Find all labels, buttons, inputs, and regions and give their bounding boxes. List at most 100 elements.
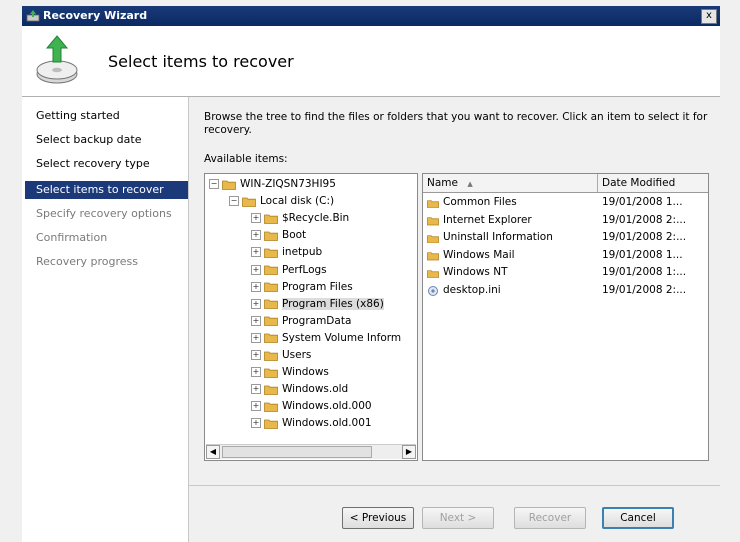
file-row[interactable]: desktop.ini 19/01/2008 2:... <box>423 282 708 298</box>
main-content: Browse the tree to find the files or fol… <box>189 97 720 542</box>
folder-icon <box>427 232 439 243</box>
expand-icon[interactable]: + <box>251 315 261 326</box>
tree-node-label: Local disk (C:) <box>260 195 335 208</box>
tree-node[interactable]: + PerfLogs <box>251 262 327 278</box>
scrollbar-thumb[interactable] <box>222 446 372 458</box>
folder-icon <box>264 418 278 429</box>
tree-node-label: Program Files (x86) <box>282 297 384 310</box>
expand-icon[interactable]: + <box>251 332 261 343</box>
expand-icon[interactable]: + <box>251 264 261 275</box>
tree-node[interactable]: + $Recycle.Bin <box>251 210 349 226</box>
tree-node-label: Windows.old <box>282 383 349 396</box>
previous-button[interactable]: < Previous <box>342 507 414 529</box>
tree-node[interactable]: − Local disk (C:) <box>229 193 334 209</box>
file-row[interactable]: Windows Mail 19/01/2008 1... <box>423 247 708 263</box>
expand-icon[interactable]: + <box>251 367 261 378</box>
tree-node[interactable]: + inetpub <box>251 244 322 260</box>
recover-button[interactable]: Recover <box>514 507 586 529</box>
file-date-cell: 19/01/2008 1:... <box>602 266 687 278</box>
scroll-right-arrow-icon[interactable]: ▶ <box>402 445 416 459</box>
file-name: Common Files <box>443 196 517 208</box>
folder-icon <box>427 267 439 278</box>
expand-icon[interactable]: + <box>251 401 261 412</box>
expand-icon[interactable]: + <box>251 384 261 395</box>
file-name-cell: Common Files <box>427 194 597 210</box>
file-name: desktop.ini <box>443 283 501 296</box>
collapse-icon[interactable]: − <box>209 179 219 189</box>
folder-icon <box>427 215 439 226</box>
file-name-cell: Internet Explorer <box>427 212 597 228</box>
column-header-date-modified[interactable]: Date Modified <box>598 174 708 192</box>
file-date-cell: 19/01/2008 1... <box>602 196 683 208</box>
expand-icon[interactable]: + <box>251 350 261 360</box>
file-name: Uninstall Information <box>443 231 553 243</box>
step-specify-recovery-options: Specify recovery options <box>36 207 172 220</box>
expand-icon[interactable]: + <box>251 247 261 258</box>
tree-node[interactable]: + Program Files <box>251 279 353 295</box>
instructions-text: Browse the tree to find the files or fol… <box>204 111 708 136</box>
tree-node-label: ProgramData <box>282 314 352 327</box>
available-items-label: Available items: <box>204 153 288 165</box>
next-button[interactable]: Next > <box>422 507 494 529</box>
file-row[interactable]: Uninstall Information 19/01/2008 2:... <box>423 229 708 245</box>
folder-icon <box>264 332 278 344</box>
file-date-cell: 19/01/2008 1... <box>602 248 683 261</box>
tree-node-label: Windows.old.000 <box>282 400 372 413</box>
column-name-label: Name <box>427 177 458 189</box>
collapse-icon[interactable]: − <box>229 196 239 207</box>
tree-node[interactable]: − WIN-ZIQSN73HI95 <box>209 176 336 192</box>
file-row[interactable]: Internet Explorer 19/01/2008 2:... <box>423 212 708 228</box>
step-select-items-to-recover[interactable]: Select items to recover <box>25 181 188 199</box>
file-name-cell: Windows Mail <box>427 247 597 263</box>
file-row[interactable]: Common Files 19/01/2008 1... <box>423 194 708 210</box>
recovery-wizard-window: Recovery Wizard x Select items to recove… <box>0 0 740 542</box>
folder-icon <box>427 197 439 208</box>
expand-icon[interactable]: + <box>251 230 261 241</box>
tree-node-label: inetpub <box>282 246 323 259</box>
file-name-cell: Uninstall Information <box>427 229 597 245</box>
tree-node[interactable]: + Boot <box>251 227 306 243</box>
tree-node[interactable]: + System Volume Inform <box>251 330 401 346</box>
sort-ascending-icon: ▲ <box>467 180 473 188</box>
folder-tree[interactable]: − WIN-ZIQSN73HI95− Local disk (C:) + $Recycl… <box>204 173 418 461</box>
column-header-name[interactable]: Name ▲ <box>423 174 598 192</box>
tree-node-label: PerfLogs <box>282 263 327 276</box>
folder-icon <box>264 213 278 224</box>
window-title: Recovery Wizard <box>43 9 148 22</box>
tree-node-label: Program Files <box>282 280 353 293</box>
file-date-cell: 19/01/2008 2:... <box>602 213 687 226</box>
tree-node[interactable]: + Windows.old.001 <box>251 415 372 431</box>
tree-node-label: $Recycle.Bin <box>282 212 350 225</box>
file-row[interactable]: Windows NT 19/01/2008 1:... <box>423 264 708 280</box>
settings-file-icon <box>427 285 439 296</box>
step-select-backup-date[interactable]: Select backup date <box>22 131 188 149</box>
tree-node[interactable]: + Program Files (x86) <box>251 296 384 312</box>
folder-icon <box>264 315 278 327</box>
tree-node[interactable]: + Windows.old.000 <box>251 398 372 414</box>
step-getting-started[interactable]: Getting started <box>22 107 188 125</box>
folder-icon <box>264 350 278 361</box>
expand-icon[interactable]: + <box>251 418 261 429</box>
close-button[interactable]: x <box>701 9 717 24</box>
folder-icon <box>242 196 256 207</box>
tree-node[interactable]: + ProgramData <box>251 313 351 329</box>
folder-icon <box>264 401 278 412</box>
cancel-button[interactable]: Cancel <box>602 507 674 529</box>
scroll-left-arrow-icon[interactable]: ◀ <box>206 445 220 459</box>
tree-node[interactable]: + Users <box>251 347 311 363</box>
title-bar: Recovery Wizard x <box>22 6 720 26</box>
tree-node[interactable]: + Windows <box>251 364 329 380</box>
steps-panel: Getting started Select backup date Selec… <box>22 97 189 542</box>
backup-restore-icon <box>36 35 78 84</box>
file-list[interactable]: Name ▲ Date Modified Common Files 19/01/2… <box>422 173 709 461</box>
tree-horizontal-scrollbar[interactable]: ◀ ▶ <box>206 444 416 459</box>
tree-node[interactable]: + Windows.old <box>251 381 348 397</box>
step-select-recovery-type[interactable]: Select recovery type <box>22 155 188 173</box>
expand-icon[interactable]: + <box>251 281 261 292</box>
folder-icon <box>264 298 278 310</box>
folder-icon <box>222 179 236 190</box>
expand-icon[interactable]: + <box>251 298 261 309</box>
tree-node-label: Windows <box>282 366 329 379</box>
expand-icon[interactable]: + <box>251 213 261 224</box>
folder-icon <box>427 250 439 261</box>
